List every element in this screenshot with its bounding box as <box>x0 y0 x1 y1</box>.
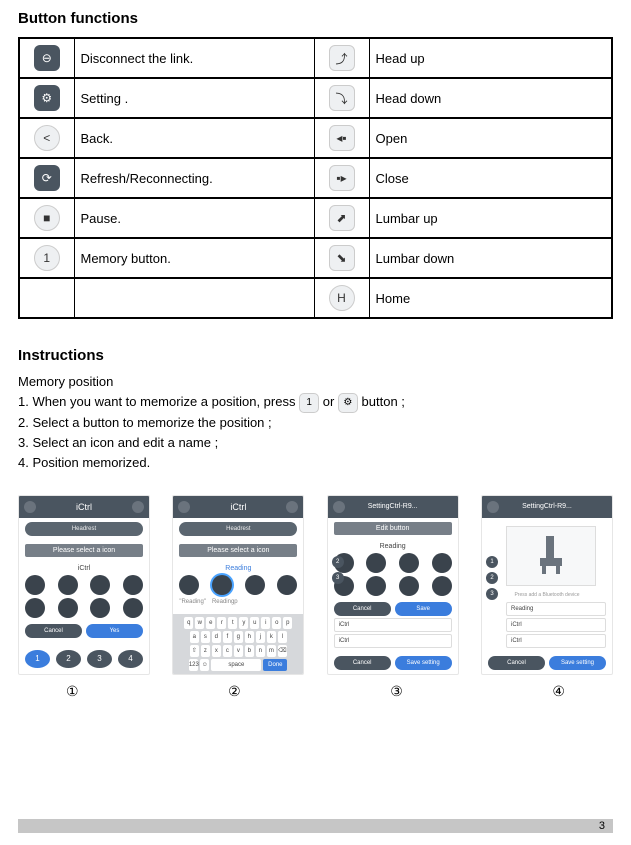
head-up-icon: ⤴ <box>329 45 355 71</box>
func-label: Memory button. <box>74 238 314 278</box>
memory-steps: 1. When you want to memorize a position,… <box>18 392 613 473</box>
open-icon: ◂▪ <box>329 125 355 151</box>
head-down-icon: ⤵ <box>329 85 355 111</box>
select-icon-banner: Please select a icon <box>179 544 297 557</box>
step-text: 1. When you want to memorize a position,… <box>18 394 295 409</box>
func-label: Open <box>369 118 612 158</box>
save-button[interactable]: Save <box>395 602 452 616</box>
icon-name-label: Reading <box>334 543 452 550</box>
memory-1-icon: 1 <box>299 393 319 413</box>
lumbar-down-icon: ⬊ <box>329 245 355 271</box>
settings-icon: ⚙ <box>34 85 60 111</box>
memory-position-title: Memory position <box>18 374 613 389</box>
cancel-button[interactable]: Cancel <box>334 656 391 670</box>
func-label: Setting . <box>74 78 314 118</box>
list-item[interactable]: iCtrl <box>506 634 606 648</box>
close-icon: ▪▸ <box>329 165 355 191</box>
icon-name-label: iCtrl <box>25 565 143 572</box>
list-item[interactable]: Reading <box>506 602 606 616</box>
memory-1-icon: 1 <box>34 245 60 271</box>
page-footer: 3 <box>18 819 613 833</box>
screenshot-1: iCtrl Headrest Please select a icon iCtr… <box>18 495 150 675</box>
step-text: button ; <box>362 394 405 409</box>
func-label: Disconnect the link. <box>74 38 314 78</box>
cancel-button[interactable]: Cancel <box>25 624 82 638</box>
section-title-functions: Button functions <box>18 10 613 27</box>
refresh-icon: ⟳ <box>34 165 60 191</box>
step-text: 4. Position memorized. <box>18 453 613 473</box>
settings-icon: ⚙ <box>338 393 358 413</box>
screenshot-2: iCtrl Headrest Please select a icon Read… <box>172 495 304 675</box>
yes-button[interactable]: Yes <box>86 624 143 638</box>
func-label: Lumbar down <box>369 238 612 278</box>
list-item[interactable]: iCtrl <box>334 618 452 632</box>
seat-icon <box>536 536 566 576</box>
app-title: iCtrl <box>230 502 246 512</box>
section-title-instructions: Instructions <box>18 347 613 364</box>
circled-1: ① <box>66 683 79 700</box>
edit-button-banner: Edit button <box>334 522 452 535</box>
func-label: Head up <box>369 38 612 78</box>
select-icon-banner: Please select a icon <box>25 544 143 557</box>
screenshot-numbers: ① ② ③ ④ <box>18 683 613 700</box>
circled-2: ② <box>228 683 241 700</box>
screenshot-4: SettingCtrl-R9... Press add a Bluetooth … <box>481 495 613 675</box>
circled-3: ③ <box>390 683 403 700</box>
suggestion: Readingp <box>212 599 238 605</box>
func-label: Refresh/Reconnecting. <box>74 158 314 198</box>
func-label: Head down <box>369 78 612 118</box>
back-icon: < <box>34 125 60 151</box>
func-label: Home <box>369 278 612 318</box>
step-text: or <box>323 394 335 409</box>
lumbar-up-icon: ⬈ <box>329 205 355 231</box>
icon-name-input[interactable]: Reading <box>179 565 297 572</box>
keyboard[interactable]: qwertyuiop asdfghjkl ⇧zxcvbnm⌫ 123☺space… <box>173 614 303 674</box>
circled-4: ④ <box>552 683 565 700</box>
home-icon: H <box>329 285 355 311</box>
pause-icon: ■ <box>34 205 60 231</box>
screen-title: SettingCtrl-R9... <box>522 503 572 510</box>
suggestion: "Reading" <box>179 599 206 605</box>
step-text: 2. Select a button to memorize the posit… <box>18 413 613 433</box>
cancel-button[interactable]: Cancel <box>488 656 545 670</box>
func-label: Close <box>369 158 612 198</box>
button-functions-table: ⊖ Disconnect the link. ⤴ Head up ⚙ Setti… <box>18 37 613 319</box>
list-item[interactable]: iCtrl <box>334 634 452 648</box>
step-text: 3. Select an icon and edit a name ; <box>18 433 613 453</box>
func-label: Pause. <box>74 198 314 238</box>
tab-headrest: Headrest <box>25 522 143 536</box>
tab-headrest: Headrest <box>179 522 297 536</box>
cancel-button[interactable]: Cancel <box>334 602 391 616</box>
keyboard-done[interactable]: Done <box>263 659 287 671</box>
screenshot-3: SettingCtrl-R9... Edit button Reading Ca… <box>327 495 459 675</box>
app-title: iCtrl <box>76 502 92 512</box>
func-label: Back. <box>74 118 314 158</box>
screenshot-row: iCtrl Headrest Please select a icon iCtr… <box>18 495 613 675</box>
save-setting-button[interactable]: Save setting <box>395 656 452 670</box>
disconnect-icon: ⊖ <box>34 45 60 71</box>
list-item[interactable]: iCtrl <box>506 618 606 632</box>
save-setting-button[interactable]: Save setting <box>549 656 606 670</box>
hint-text: Press add a Bluetooth device <box>506 592 588 598</box>
screen-title: SettingCtrl-R9... <box>368 503 418 510</box>
page-number: 3 <box>599 819 605 833</box>
func-label: Lumbar up <box>369 198 612 238</box>
